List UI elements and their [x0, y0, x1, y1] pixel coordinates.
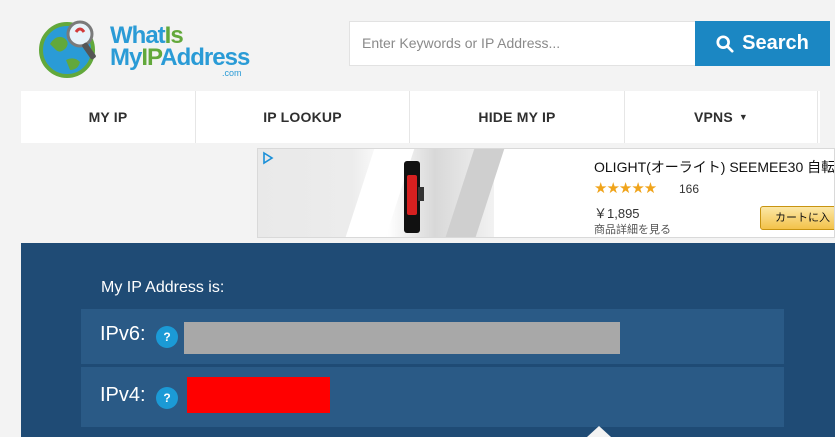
logo-text-address: Address — [160, 44, 250, 71]
search-button-label: Search — [742, 32, 809, 54]
chevron-down-icon: ▼ — [738, 112, 749, 122]
search-icon — [716, 34, 734, 53]
logo-suffix: .com — [222, 68, 242, 78]
help-icon[interactable]: ? — [156, 326, 178, 348]
site-header: WhatIs MyIPAddress .com Enter Keywords o… — [0, 0, 835, 90]
panel-heading: My IP Address is: — [101, 279, 225, 296]
nav-item-vpns[interactable]: VPNS ▼ — [625, 91, 818, 143]
ipv4-value-redacted — [187, 377, 330, 413]
nav-item-my-ip[interactable]: MY IP — [21, 91, 196, 143]
logo-text-my: My — [110, 44, 142, 71]
ipv6-row: IPv6: ? — [81, 309, 784, 364]
ipv4-row: IPv4: ? — [81, 367, 784, 427]
nav-item-ip-lookup[interactable]: IP LOOKUP — [196, 91, 410, 143]
ad-choices-icon[interactable] — [261, 151, 275, 165]
ipv4-label: IPv4: — [100, 384, 146, 406]
search-input[interactable]: Enter Keywords or IP Address... — [349, 21, 696, 66]
advertisement-banner[interactable]: OLIGHT(オーライト) SEEMEE30 自転 ★★★★★ 166 ￥1,8… — [257, 148, 835, 238]
ad-details-link[interactable]: 商品詳細を見る — [594, 221, 671, 237]
nav-item-label: HIDE MY IP — [478, 109, 556, 125]
help-icon[interactable]: ? — [156, 387, 178, 409]
add-to-cart-button[interactable]: カートに入 — [760, 206, 834, 230]
ad-price: ￥1,895 — [594, 206, 640, 221]
ipv6-label: IPv6: — [100, 323, 146, 345]
nav-item-hide-my-ip[interactable]: HIDE MY IP — [410, 91, 625, 143]
nav-item-label: VPNS — [693, 109, 733, 125]
globe-magnifier-icon — [39, 20, 96, 78]
star-rating-icon: ★★★★★ — [594, 180, 657, 197]
ip-address-panel: My IP Address is: IPv6: ? IPv4: ? — [21, 243, 835, 437]
nav-item-label: MY IP — [88, 109, 128, 125]
logo-text-ip: IP — [141, 44, 161, 71]
ad-product-title[interactable]: OLIGHT(オーライト) SEEMEE30 自転 — [594, 157, 834, 177]
ad-product-image[interactable] — [404, 161, 424, 233]
ad-review-count: 166 — [679, 182, 700, 196]
panel-pointer — [587, 426, 611, 437]
search-button[interactable]: Search — [695, 21, 830, 66]
nav-item-label: IP LOOKUP — [263, 109, 342, 125]
main-nav: MY IP IP LOOKUP HIDE MY IP VPNS ▼ — [21, 91, 820, 143]
site-logo[interactable]: WhatIs MyIPAddress .com — [36, 14, 250, 82]
ipv6-value-redacted — [184, 322, 620, 354]
